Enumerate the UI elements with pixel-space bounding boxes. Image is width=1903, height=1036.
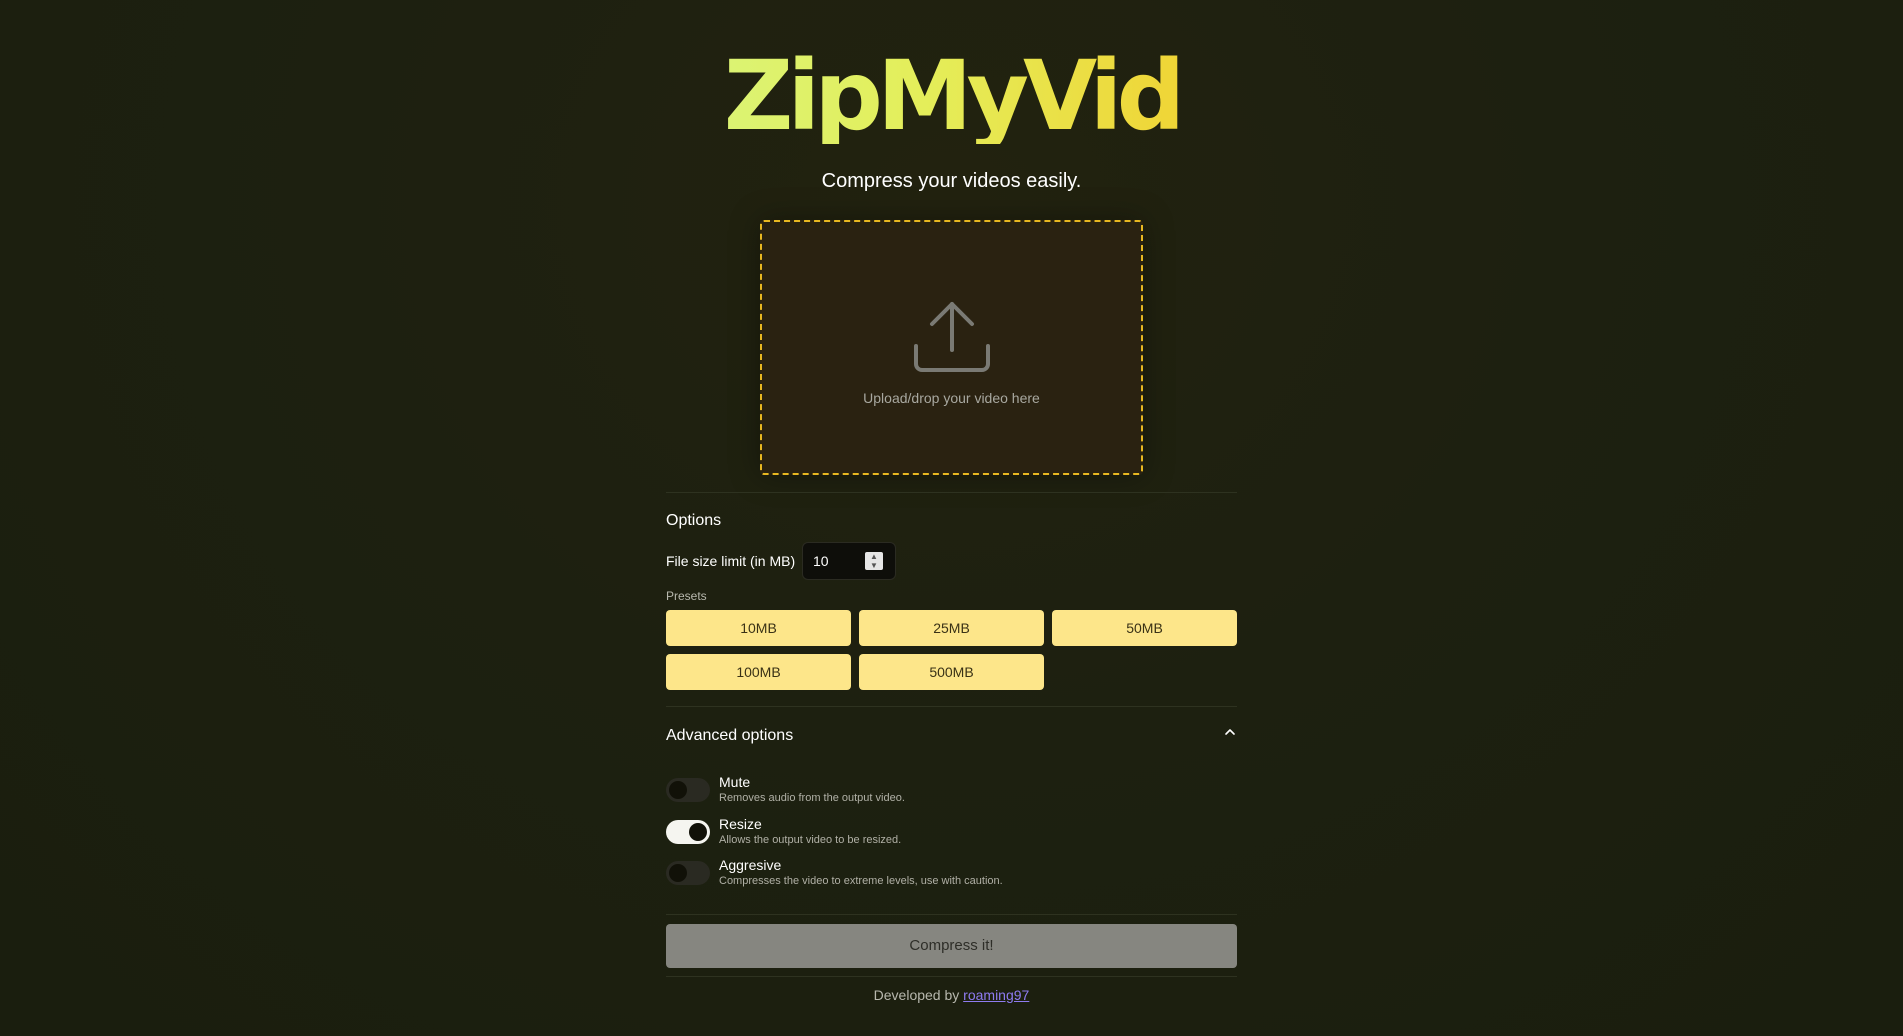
preset-500mb-button[interactable]: 500MB [859, 654, 1044, 690]
toggle-knob [689, 823, 707, 841]
toggle-knob [669, 864, 687, 882]
app-logo: ZipMyVid [666, 48, 1237, 144]
preset-100mb-button[interactable]: 100MB [666, 654, 851, 690]
aggressive-description: Compresses the video to extreme levels, … [719, 875, 1003, 887]
resize-description: Allows the output video to be resized. [719, 834, 902, 846]
chevron-up-icon[interactable] [1223, 725, 1237, 739]
divider [666, 914, 1237, 915]
upload-text: Upload/drop your video here [863, 390, 1040, 406]
file-size-input[interactable] [813, 552, 863, 570]
toggle-row-mute: Mute Removes audio from the output video… [666, 774, 1237, 812]
resize-toggle[interactable] [666, 820, 710, 844]
author-link[interactable]: roaming97 [963, 987, 1029, 1003]
presets-label: Presets [666, 589, 707, 603]
advanced-options-title[interactable]: Advanced options [666, 727, 793, 745]
preset-10mb-button[interactable]: 10MB [666, 610, 851, 646]
toggle-knob [669, 781, 687, 799]
upload-icon [914, 302, 990, 372]
file-size-field[interactable]: ▲ ▼ [802, 542, 896, 580]
toggle-row-aggressive: Aggresive Compresses the video to extrem… [666, 857, 1237, 895]
resize-label: Resize [719, 816, 762, 832]
compress-button[interactable]: Compress it! [666, 924, 1237, 968]
upload-dropzone[interactable]: Upload/drop your video here [760, 220, 1143, 475]
app-subtitle: Compress your videos easily. [821, 170, 1082, 192]
mute-description: Removes audio from the output video. [719, 792, 905, 804]
file-size-label: File size limit (in MB) [666, 553, 796, 569]
number-spinner[interactable]: ▲ ▼ [865, 552, 883, 570]
divider [666, 492, 1237, 493]
preset-25mb-button[interactable]: 25MB [859, 610, 1044, 646]
footer-prefix: Developed by [873, 987, 960, 1003]
toggle-row-resize: Resize Allows the output video to be res… [666, 816, 1237, 854]
spinner-down-icon[interactable]: ▼ [865, 561, 883, 570]
options-title: Options [666, 512, 722, 529]
spinner-up-icon[interactable]: ▲ [865, 552, 883, 561]
aggressive-toggle[interactable] [666, 861, 710, 885]
footer: Developed by roaming97 [666, 987, 1237, 1003]
preset-50mb-button[interactable]: 50MB [1052, 610, 1237, 646]
mute-label: Mute [719, 774, 751, 790]
mute-toggle[interactable] [666, 778, 710, 802]
aggressive-label: Aggresive [719, 857, 782, 873]
divider [666, 976, 1237, 977]
divider [666, 706, 1237, 707]
